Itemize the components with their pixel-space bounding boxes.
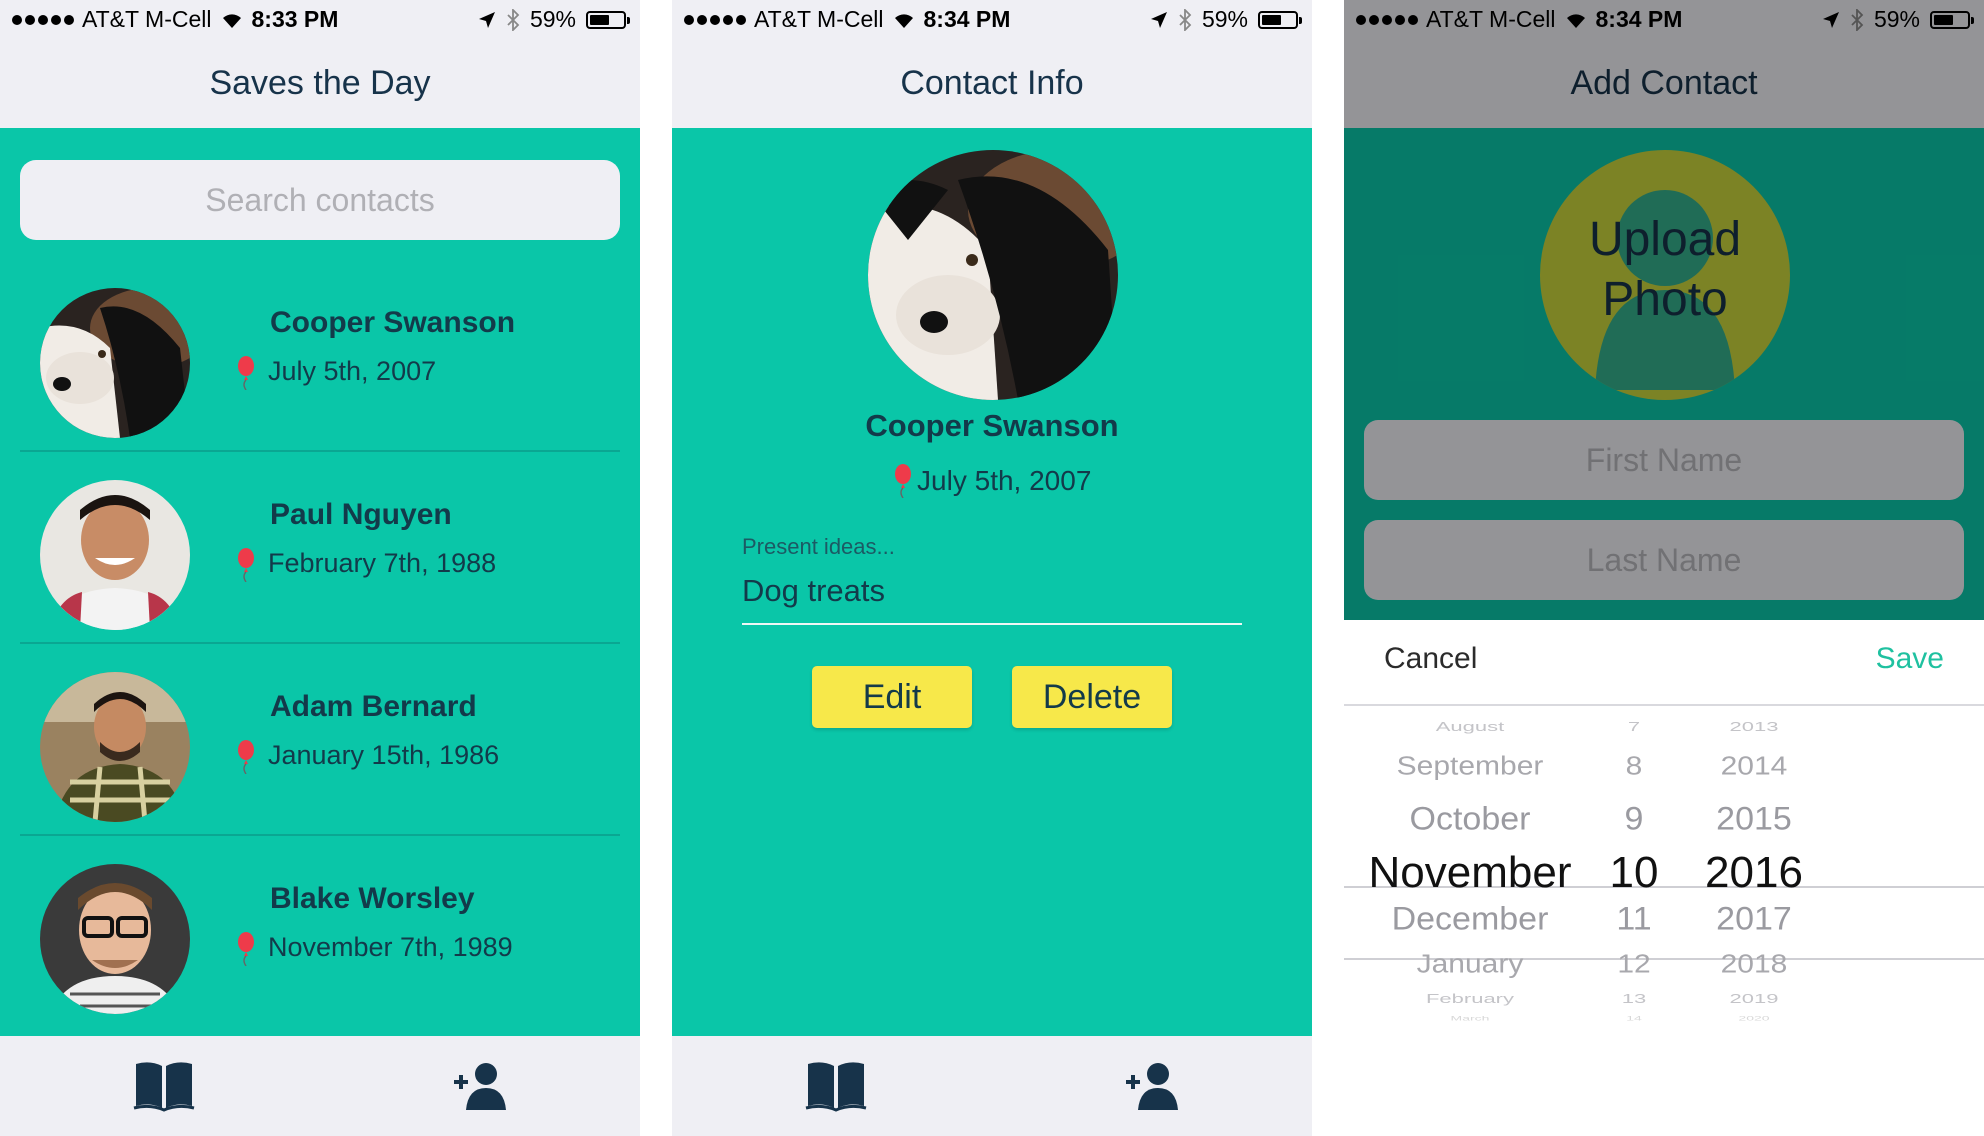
bluetooth-icon bbox=[507, 8, 520, 31]
birthday-row: July 5th, 2007 bbox=[672, 464, 1312, 499]
contact-name: Blake Worsley bbox=[270, 882, 475, 915]
balloon-icon bbox=[238, 356, 254, 390]
delete-button[interactable]: Delete bbox=[1012, 666, 1172, 728]
picker-year-option[interactable]: 2014 bbox=[1604, 753, 1904, 782]
book-icon[interactable] bbox=[804, 1060, 868, 1112]
picker-year-option[interactable]: 2013 bbox=[1604, 719, 1904, 735]
contact-name: Cooper Swanson bbox=[865, 408, 1119, 443]
contact-avatar bbox=[40, 672, 190, 822]
present-ideas-field[interactable]: Dog treats bbox=[742, 573, 1242, 625]
contact-avatar bbox=[40, 864, 190, 1014]
contact-info-screen: AT&T M-Cell 8:34 PM 59% Contact Info Coo… bbox=[672, 0, 1312, 1136]
contact-birthday: July 5th, 2007 bbox=[268, 356, 437, 386]
picker-year-option[interactable]: 2019 bbox=[1604, 991, 1904, 1007]
page-title: Saves the Day bbox=[209, 64, 431, 102]
contacts-screen: AT&T M-Cell 8:33 PM 59% Saves the Day Se… bbox=[0, 0, 640, 1136]
edit-button[interactable]: Edit bbox=[812, 666, 972, 728]
balloon-icon bbox=[238, 932, 254, 966]
balloon-icon bbox=[238, 548, 254, 582]
modal-dim-overlay bbox=[1344, 0, 1984, 620]
time-label: 8:34 PM bbox=[923, 6, 1011, 32]
search-input[interactable]: Search contacts bbox=[20, 160, 620, 240]
battery-icon bbox=[1258, 10, 1302, 29]
bluetooth-icon bbox=[1179, 8, 1192, 31]
contact-birthday: February 7th, 1988 bbox=[268, 548, 497, 578]
contact-row[interactable]: Cooper Swanson July 5th, 2007 bbox=[20, 260, 620, 452]
balloon-icon bbox=[894, 464, 911, 499]
carrier-label: AT&T M-Cell bbox=[82, 6, 212, 32]
wifi-icon bbox=[222, 13, 241, 28]
battery-icon bbox=[586, 10, 630, 29]
contact-detail-area: Cooper Swanson July 5th, 2007 Present id… bbox=[672, 128, 1312, 1036]
contact-name: Adam Bernard bbox=[270, 690, 477, 723]
contact-name: Paul Nguyen bbox=[270, 498, 452, 531]
contact-birthday: January 15th, 1986 bbox=[268, 740, 500, 770]
contact-name: Cooper Swanson bbox=[270, 306, 516, 339]
contact-photo bbox=[868, 150, 1118, 400]
status-bar: AT&T M-Cell 8:34 PM 59% bbox=[672, 0, 1312, 40]
battery-percent: 59% bbox=[529, 6, 576, 32]
carrier-label: AT&T M-Cell bbox=[754, 6, 884, 32]
date-picker[interactable]: JulyAugustSeptemberOctoberNovemberDecemb… bbox=[1344, 706, 1984, 1136]
time-label: 8:33 PM bbox=[251, 6, 339, 32]
book-icon[interactable] bbox=[132, 1060, 196, 1112]
balloon-icon bbox=[238, 740, 254, 774]
contact-row[interactable]: Paul Nguyen February 7th, 1988 bbox=[20, 452, 620, 644]
page-title: Contact Info bbox=[900, 64, 1084, 102]
wifi-icon bbox=[894, 13, 913, 28]
battery-percent: 59% bbox=[1201, 6, 1248, 32]
add-contact-screen: AT&T M-Cell 8:34 PM 59% Add Contact Uplo… bbox=[1344, 0, 1984, 1136]
save-button[interactable]: Save bbox=[1876, 642, 1944, 676]
location-arrow-icon bbox=[478, 11, 495, 28]
contact-avatar bbox=[40, 480, 190, 630]
contacts-list-area: Search contacts Cooper Swanson July 5th,… bbox=[0, 128, 640, 1036]
tab-bar bbox=[672, 1036, 1312, 1136]
contact-birthday: July 5th, 2007 bbox=[917, 465, 1092, 496]
picker-year-option[interactable]: 2020 bbox=[1604, 1014, 1904, 1021]
contact-row[interactable]: Blake Worsley November 7th, 1989 bbox=[20, 836, 620, 1026]
location-arrow-icon bbox=[1150, 11, 1167, 28]
picker-year-selected[interactable]: 2016 bbox=[1604, 848, 1904, 898]
signal-icon bbox=[684, 14, 746, 25]
signal-icon bbox=[12, 14, 74, 25]
contact-row[interactable]: Adam Bernard January 15th, 1986 bbox=[20, 644, 620, 836]
status-bar: AT&T M-Cell 8:33 PM 59% bbox=[0, 0, 640, 40]
picker-year-option[interactable]: 2017 bbox=[1604, 901, 1904, 938]
date-picker-toolbar: Cancel Save bbox=[1344, 620, 1984, 706]
present-ideas-label: Present ideas... bbox=[742, 534, 895, 559]
add-person-icon[interactable] bbox=[1122, 1060, 1186, 1112]
picker-year-option[interactable]: 2015 bbox=[1604, 801, 1904, 838]
contact-avatar bbox=[40, 288, 190, 438]
cancel-button[interactable]: Cancel bbox=[1384, 642, 1477, 676]
tab-bar bbox=[0, 1036, 640, 1136]
add-person-icon[interactable] bbox=[450, 1060, 514, 1112]
contact-birthday: November 7th, 1989 bbox=[268, 932, 513, 962]
picker-year-option[interactable]: 2018 bbox=[1604, 951, 1904, 980]
